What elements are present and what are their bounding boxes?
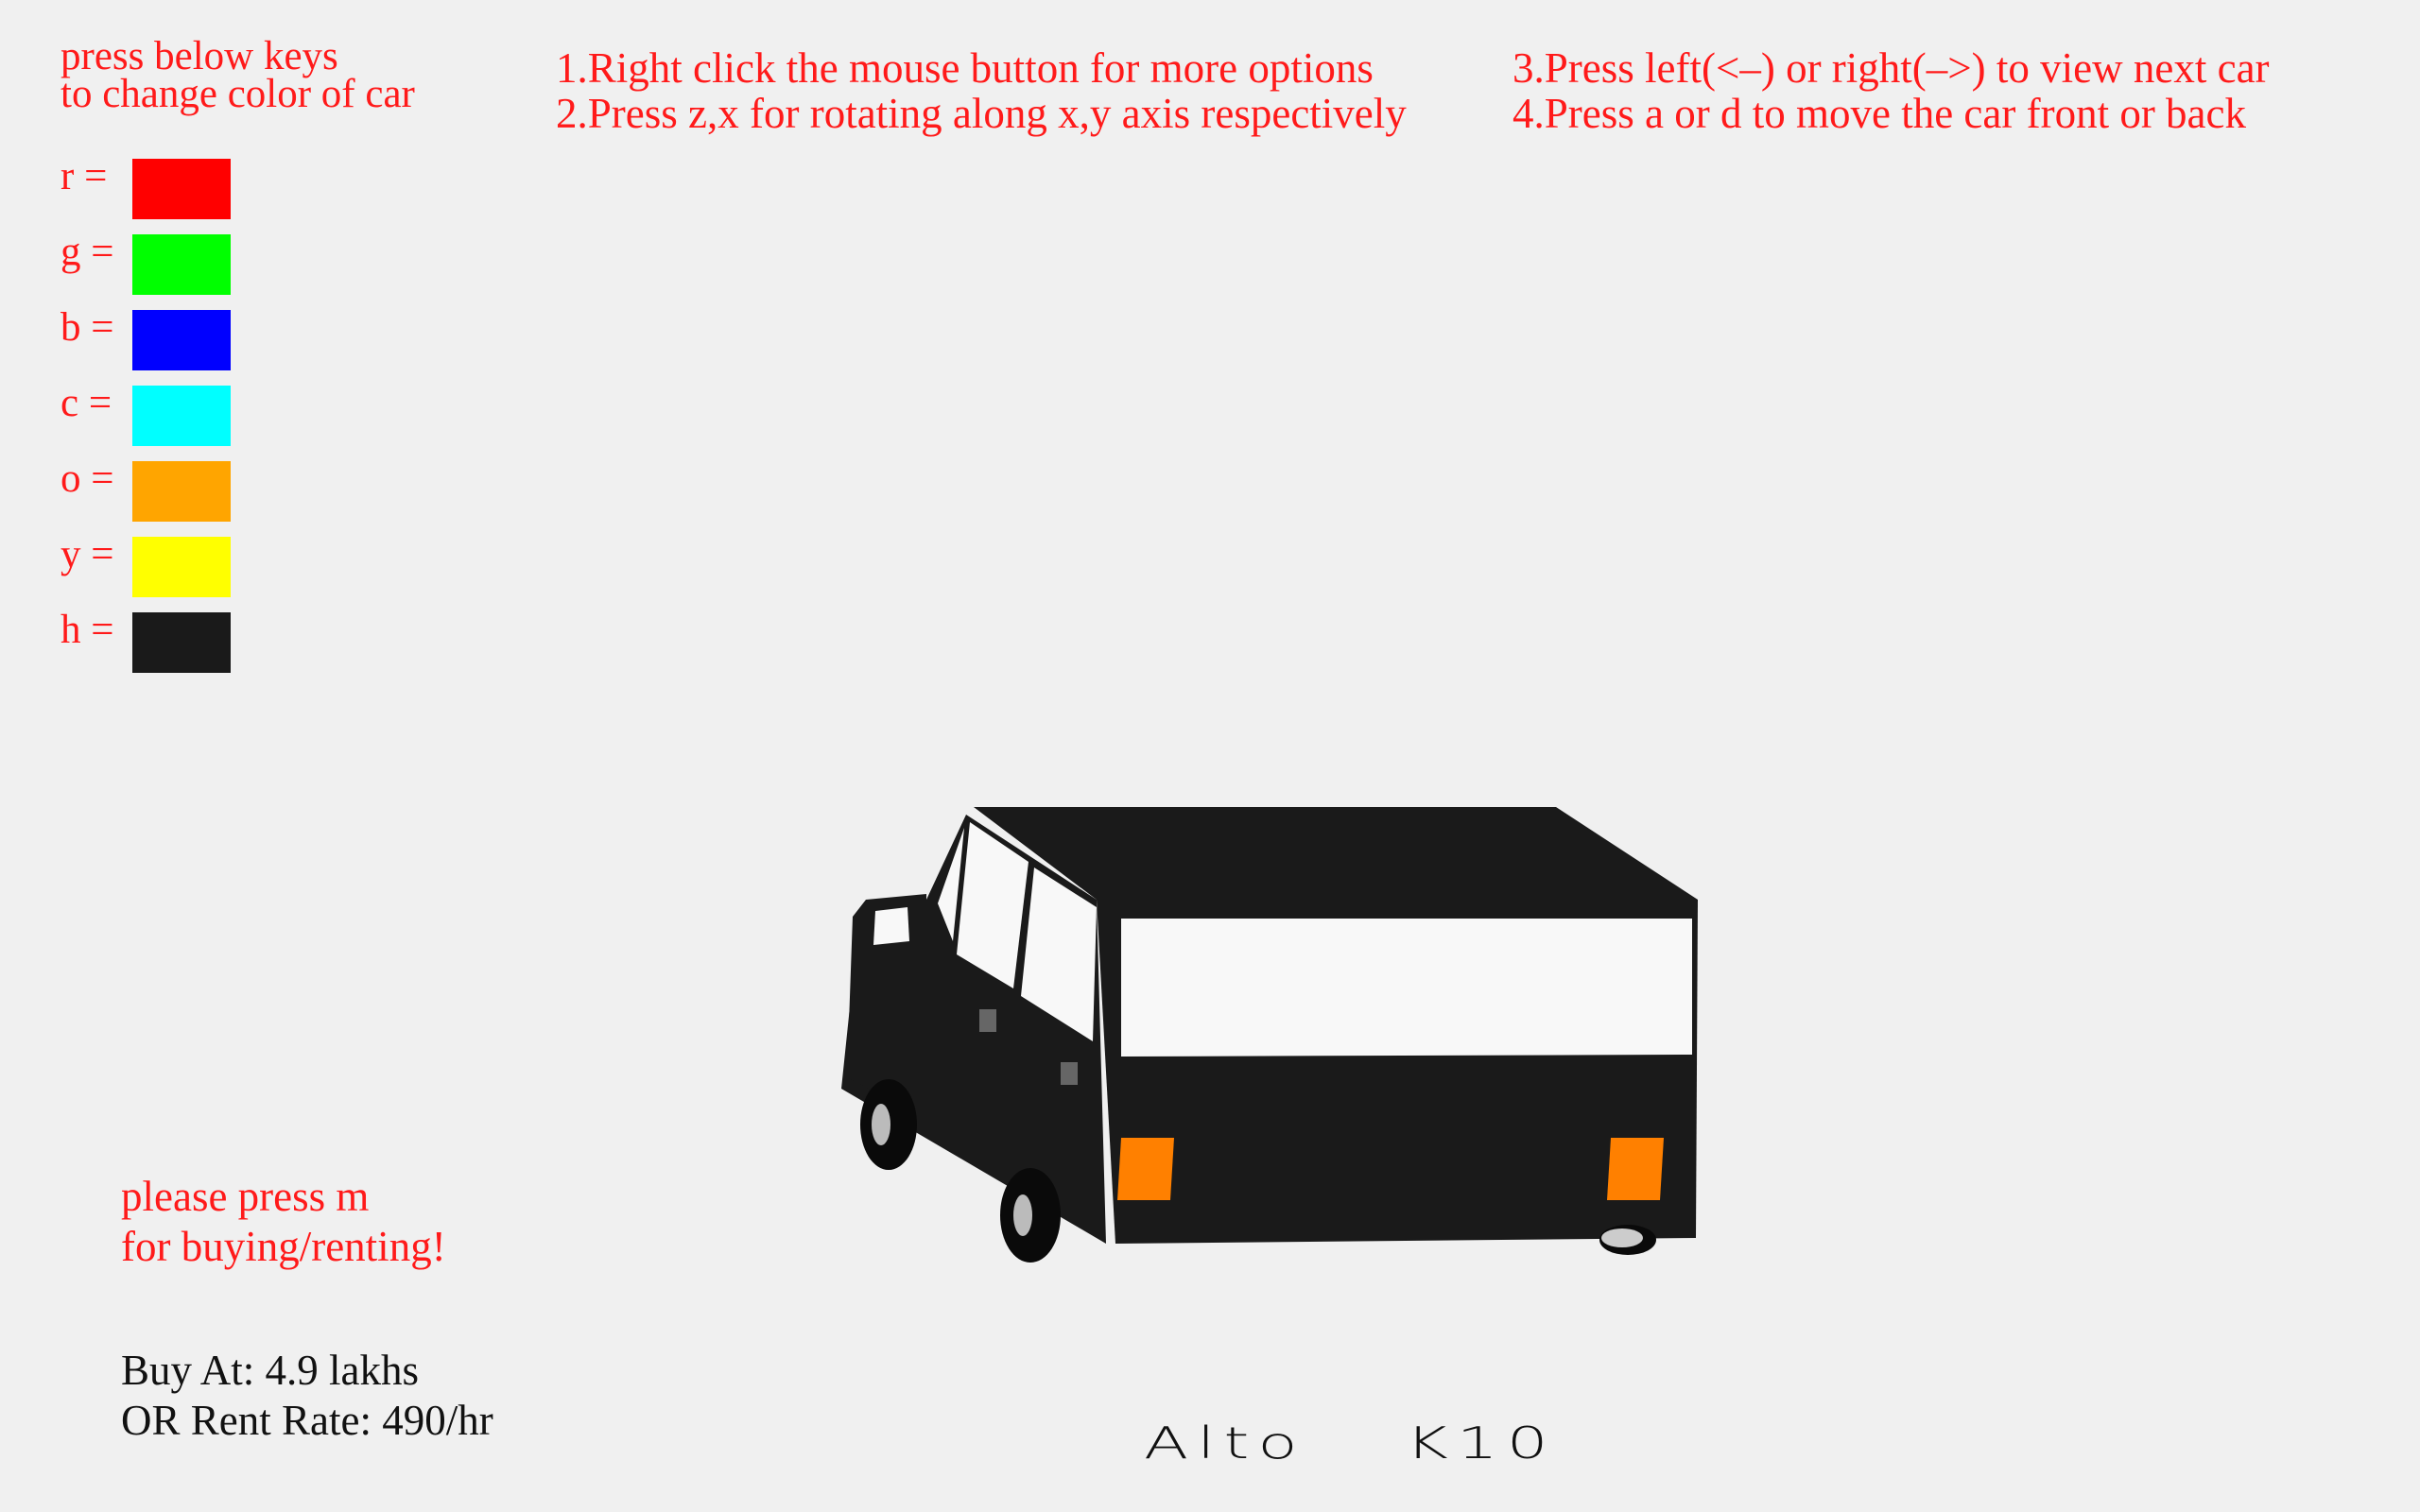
swatch-label-g: g =	[60, 230, 114, 274]
door-handle-1	[979, 1009, 996, 1032]
swatch-yellow	[132, 537, 231, 597]
swatch-black	[132, 612, 231, 673]
swatch-label-r: r =	[60, 154, 108, 198]
rear-light-left	[1117, 1138, 1174, 1200]
swatch-cyan	[132, 386, 231, 446]
swatch-orange	[132, 461, 231, 522]
instruction-3: 3.Press left(<–) or right(–>) to view ne…	[1512, 44, 2270, 92]
legend-line-1: press below keys	[60, 34, 338, 78]
wheel-front-rim	[872, 1104, 890, 1145]
swatch-label-y: y =	[60, 532, 114, 576]
swatch-row-y: y =	[60, 532, 250, 597]
wheel-rear-rim	[1013, 1194, 1032, 1236]
color-legend-title: press below keys to change color of car	[60, 34, 415, 116]
car-rear-window	[1121, 919, 1692, 1057]
swatch-row-r: r =	[60, 154, 250, 219]
swatch-red	[132, 159, 231, 219]
prompt-line-1: please press m	[121, 1173, 370, 1220]
swatch-label-b: b =	[60, 305, 114, 350]
swatch-row-c: c =	[60, 381, 250, 446]
swatch-row-o: o =	[60, 456, 250, 522]
swatch-row-b: b =	[60, 305, 250, 370]
swatch-row-h: h =	[60, 608, 250, 673]
swatch-green	[132, 234, 231, 295]
buy-price: Buy At: 4.9 lakhs	[121, 1347, 420, 1394]
swatch-label-h: h =	[60, 608, 114, 652]
car-model-name: Alto K10	[1144, 1418, 1656, 1469]
buy-rent-prompt: please press m for buying/renting!	[121, 1172, 446, 1272]
door-handle-2	[1061, 1062, 1078, 1085]
car-name-part-1: Alto	[1144, 1418, 1306, 1469]
price-info: Buy At: 4.9 lakhs OR Rent Rate: 490/hr	[121, 1346, 493, 1446]
swatch-label-o: o =	[60, 456, 114, 501]
car-3d-model	[841, 807, 1698, 1263]
game-canvas[interactable]: press below keys to change color of car …	[0, 0, 2420, 1512]
car-front-window	[873, 907, 909, 945]
swatch-blue	[132, 310, 231, 370]
legend-line-2: to change color of car	[60, 72, 415, 116]
instruction-4: 4.Press a or d to move the car front or …	[1512, 90, 2247, 137]
car-roof	[974, 807, 1698, 900]
rear-light-right	[1607, 1138, 1664, 1200]
car-name-part-2: K10	[1405, 1418, 1557, 1469]
instruction-2: 2.Press z,x for rotating along x,y axis …	[556, 90, 1407, 137]
prompt-line-2: for buying/renting!	[121, 1223, 446, 1270]
wheel-back-right-rim	[1601, 1228, 1643, 1247]
swatch-row-g: g =	[60, 230, 250, 295]
rent-rate: OR Rent Rate: 490/hr	[121, 1397, 493, 1444]
swatch-label-c: c =	[60, 381, 112, 425]
instruction-1: 1.Right click the mouse button for more …	[556, 44, 1374, 92]
